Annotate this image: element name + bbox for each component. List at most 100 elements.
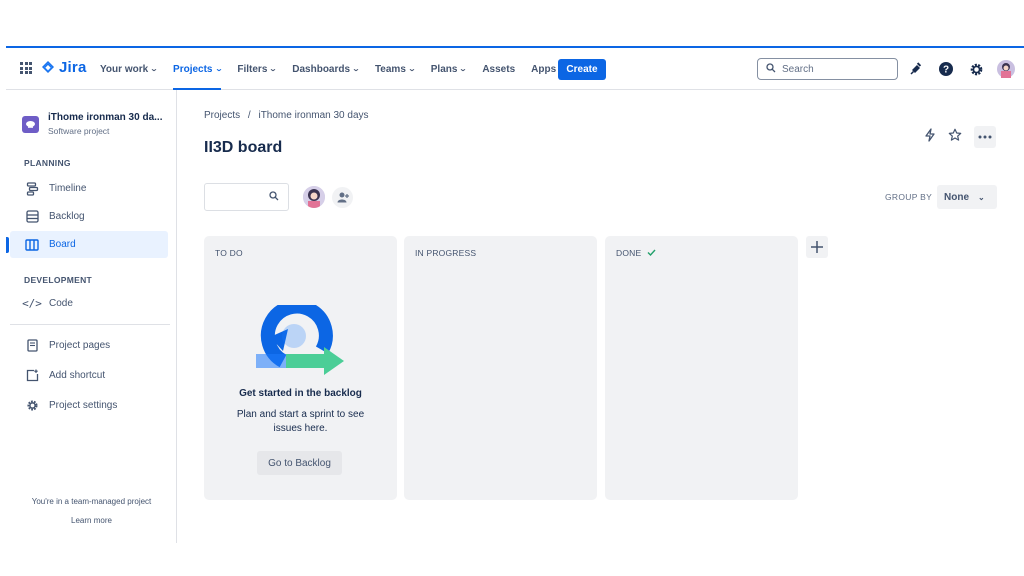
nav-label: Assets xyxy=(482,63,516,75)
notifications-icon[interactable] xyxy=(906,59,926,79)
group-by-label: GROUP BY xyxy=(885,192,933,202)
column-title-text: DONE xyxy=(616,248,642,258)
breadcrumb-projects[interactable]: Projects xyxy=(204,110,240,121)
sidebar-item-code[interactable]: </> Code xyxy=(10,290,168,317)
svg-text:?: ? xyxy=(943,65,949,76)
add-person-icon xyxy=(337,192,349,203)
chevron-down-icon: ⌄ xyxy=(978,192,985,202)
sidebar-item-board[interactable]: Board xyxy=(10,231,168,258)
column-title-text: TO DO xyxy=(215,248,243,258)
board-icon xyxy=(24,237,40,253)
automation-icon[interactable] xyxy=(924,127,936,147)
column-title-text: IN PROGRESS xyxy=(415,248,477,258)
search-input[interactable] xyxy=(782,63,882,75)
empty-state-heading: Get started in the backlog xyxy=(239,388,362,399)
sidebar-item-label: Project settings xyxy=(49,400,118,411)
board-main: Projects / iThome ironman 30 days II3D b… xyxy=(177,90,1024,543)
group-by-value: None xyxy=(944,191,969,203)
nav-label: Projects xyxy=(173,63,213,75)
profile-avatar[interactable] xyxy=(996,59,1016,79)
board-column-todo: TO DO Get started in the backlog Plan an… xyxy=(204,236,397,500)
project-sidebar: iThome ironman 30 da... Software project… xyxy=(6,90,177,543)
plus-icon xyxy=(811,241,823,253)
check-icon xyxy=(647,248,656,258)
page-title: II3D board xyxy=(204,139,283,156)
star-icon[interactable] xyxy=(948,128,962,147)
backlog-illustration xyxy=(256,299,346,382)
chevron-down-icon: ⌄ xyxy=(149,66,159,73)
more-actions-button[interactable] xyxy=(974,126,996,148)
board-column-in-progress: IN PROGRESS xyxy=(404,236,597,500)
chevron-down-icon: ⌄ xyxy=(407,66,416,73)
gear-icon xyxy=(24,398,40,414)
jira-logo[interactable]: Jira xyxy=(41,59,87,76)
sidebar-item-label: Code xyxy=(49,298,73,309)
nav-dashboards[interactable]: Dashboards ⌄ xyxy=(288,48,363,90)
column-title: IN PROGRESS xyxy=(415,248,476,258)
add-column-button[interactable] xyxy=(806,236,828,258)
sidebar-item-project-settings[interactable]: Project settings xyxy=(10,392,168,419)
nav-filters[interactable]: Filters ⌄ xyxy=(233,48,280,90)
top-navigation: Jira Your work ⌄ Projects ⌄ Filters ⌄ Dashb… xyxy=(6,48,1024,90)
sidebar-item-timeline[interactable]: Timeline xyxy=(10,175,168,202)
code-icon: </> xyxy=(22,297,42,310)
sidebar-item-backlog[interactable]: Backlog xyxy=(10,203,168,230)
active-indicator xyxy=(6,237,9,253)
board-column-done: DONE xyxy=(605,236,798,500)
column-title: TO DO xyxy=(215,248,243,258)
more-icon xyxy=(978,135,992,139)
chevron-down-icon: ⌄ xyxy=(351,66,361,73)
project-info: iThome ironman 30 da... Software project xyxy=(48,112,162,136)
sidebar-item-add-shortcut[interactable]: Add shortcut xyxy=(10,362,168,389)
group-by-select[interactable]: None ⌄ xyxy=(937,185,997,209)
add-shortcut-icon xyxy=(24,368,40,384)
chevron-down-icon: ⌄ xyxy=(459,66,468,73)
create-button[interactable]: Create xyxy=(558,59,606,80)
nav-plans[interactable]: Plans ⌄ xyxy=(427,48,471,90)
project-type: Software project xyxy=(48,126,110,136)
team-managed-note: You're in a team-managed project xyxy=(31,497,152,506)
board-search-input[interactable] xyxy=(204,183,289,211)
app-switcher-icon[interactable] xyxy=(20,62,32,74)
project-avatar-icon xyxy=(22,116,39,133)
empty-state-description: Plan and start a sprint to see issues he… xyxy=(236,409,365,434)
nav-label: Dashboards xyxy=(292,63,351,75)
breadcrumb: Projects / iThome ironman 30 days xyxy=(204,110,374,121)
project-header[interactable]: iThome ironman 30 da... Software project xyxy=(22,112,162,136)
project-name: iThome ironman 30 da... xyxy=(48,112,163,123)
top-icon-group: ? xyxy=(906,59,1016,79)
go-to-backlog-button[interactable]: Go to Backlog xyxy=(257,451,342,475)
nav-label: Apps xyxy=(531,63,557,75)
nav-menu: Your work ⌄ Projects ⌄ Filters ⌄ Dashboards… xyxy=(92,48,573,90)
jira-logo-icon xyxy=(41,60,55,76)
sidebar-item-project-pages[interactable]: Project pages xyxy=(10,332,168,359)
page-icon xyxy=(24,338,40,354)
nav-your-work[interactable]: Your work ⌄ xyxy=(96,48,161,90)
sidebar-item-label: Project pages xyxy=(49,340,111,351)
column-title: DONE xyxy=(616,248,656,258)
logo-text: Jira xyxy=(59,59,87,76)
jira-window: Jira Your work ⌄ Projects ⌄ Filters ⌄ Dashb… xyxy=(6,46,1024,543)
chevron-down-icon: ⌄ xyxy=(269,66,278,73)
add-people-button[interactable] xyxy=(332,187,353,208)
planning-section-title: PLANNING xyxy=(24,158,71,168)
sidebar-item-label: Add shortcut xyxy=(49,370,106,381)
search-box[interactable] xyxy=(757,58,898,80)
assignee-avatar[interactable] xyxy=(303,186,325,208)
development-section-title: DEVELOPMENT xyxy=(24,275,93,285)
nav-assets[interactable]: Assets xyxy=(478,48,519,90)
backlog-icon xyxy=(24,209,40,225)
learn-more-link[interactable]: Learn more xyxy=(6,516,177,525)
nav-label: Your work xyxy=(100,63,149,75)
sidebar-item-label: Timeline xyxy=(49,183,87,194)
chevron-down-icon: ⌄ xyxy=(214,66,223,73)
nav-teams[interactable]: Teams ⌄ xyxy=(371,48,419,90)
nav-label: Plans xyxy=(430,63,458,75)
help-icon[interactable]: ? xyxy=(936,59,956,79)
breadcrumb-project[interactable]: iThome ironman 30 days xyxy=(258,110,368,121)
nav-projects[interactable]: Projects ⌄ xyxy=(169,48,225,90)
settings-icon[interactable] xyxy=(966,59,986,79)
nav-label: Teams xyxy=(374,63,406,75)
nav-label: Filters xyxy=(237,63,268,75)
sidebar-item-label: Board xyxy=(49,239,76,250)
